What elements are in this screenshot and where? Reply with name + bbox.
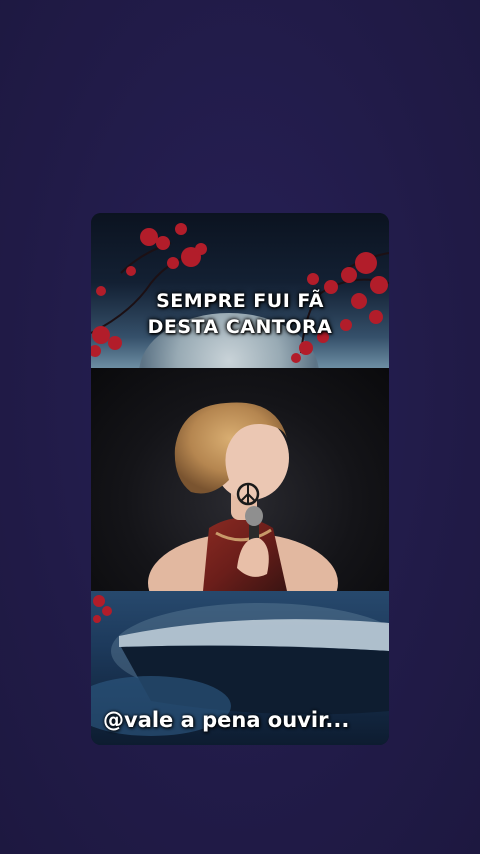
video-frame[interactable] [91, 368, 389, 591]
singer-image [148, 402, 338, 591]
headline-line-1: SEMPRE FUI FÃ [156, 290, 324, 312]
headline-line-2: DESTA CANTORA [147, 316, 333, 338]
moon-blossom-scene: SEMPRE FUI FÃ DESTA CANTORA [91, 213, 389, 433]
watermark-caption: @vale a pena ouvir... [103, 708, 350, 732]
lake-scene: @vale a pena ouvir... [91, 591, 389, 745]
story-card[interactable]: SEMPRE FUI FÃ DESTA CANTORA @vale a pena… [91, 213, 389, 745]
story-page: SEMPRE FUI FÃ DESTA CANTORA @vale a pena… [0, 0, 480, 854]
